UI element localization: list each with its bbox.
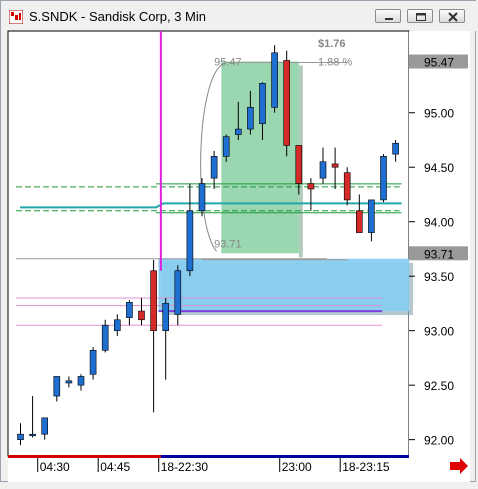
candle-body bbox=[114, 319, 121, 331]
candle-body bbox=[138, 310, 145, 321]
time-tick-label: 04:30 bbox=[40, 460, 70, 474]
time-axis-background bbox=[8, 456, 470, 482]
candle bbox=[283, 50, 291, 157]
candle-body bbox=[53, 376, 61, 397]
candle-body bbox=[283, 60, 291, 146]
candle-body bbox=[380, 156, 387, 201]
candle bbox=[380, 154, 387, 203]
candle-body bbox=[343, 172, 351, 201]
price-tick-label: 92.00 bbox=[424, 434, 454, 448]
candle-body bbox=[392, 142, 399, 155]
candle-body bbox=[247, 106, 254, 130]
candle-body bbox=[222, 136, 230, 157]
candle-body bbox=[89, 349, 97, 375]
plot-background bbox=[7, 30, 410, 457]
price-chart[interactable]: $1.76 1.88 % 95.47 93.71 92.00 92.50 93.00 93.5… bbox=[0, 0, 478, 484]
candle-body bbox=[355, 210, 363, 233]
candle-body bbox=[126, 302, 133, 318]
candle-body bbox=[41, 417, 49, 435]
price-marker-label: 95.47 bbox=[424, 56, 454, 70]
candle-body bbox=[150, 270, 157, 331]
candle-body bbox=[259, 83, 266, 124]
chart-area[interactable]: $1.76 1.88 % 95.47 93.71 92.00 92.50 93.00 93.5… bbox=[0, 0, 478, 484]
candle-body bbox=[174, 270, 182, 315]
candle-body bbox=[210, 156, 218, 179]
price-tick-label: 95.00 bbox=[424, 107, 454, 121]
price-marker-label: 93.71 bbox=[424, 247, 454, 261]
time-tick-label: 23:00 bbox=[282, 460, 312, 474]
percent-label: 1.88 % bbox=[318, 57, 352, 69]
candle bbox=[271, 45, 278, 113]
candle-body bbox=[162, 303, 169, 331]
time-tick-label: 04:45 bbox=[100, 460, 130, 474]
candle-body bbox=[319, 161, 327, 179]
candle-body bbox=[186, 210, 194, 272]
candle-body bbox=[271, 52, 278, 108]
candle-body bbox=[331, 163, 339, 168]
time-tick-label: 18-22:30 bbox=[161, 460, 209, 474]
session-bar-premarket bbox=[8, 455, 161, 458]
candle-body bbox=[198, 183, 206, 212]
candle-body bbox=[101, 324, 109, 351]
price-tick-label: 94.00 bbox=[424, 216, 454, 230]
candle-body bbox=[235, 128, 242, 135]
price-tick-label: 93.50 bbox=[424, 270, 454, 284]
candle-body bbox=[295, 145, 303, 184]
candle bbox=[198, 178, 206, 217]
time-tick-label: 18-23:15 bbox=[342, 460, 390, 474]
green-zone-top-label: 95.47 bbox=[214, 57, 242, 69]
candle-body bbox=[368, 199, 375, 233]
candle-body bbox=[77, 376, 85, 386]
candle-body bbox=[17, 433, 24, 440]
green-zone-low-label: 93.71 bbox=[214, 238, 242, 250]
price-tick-label: 94.50 bbox=[424, 161, 454, 175]
candle-body bbox=[65, 380, 73, 384]
candle-body bbox=[29, 433, 36, 437]
price-tick-label: 92.50 bbox=[424, 379, 454, 393]
blue-zone bbox=[158, 258, 409, 312]
price-tick-label: 93.00 bbox=[424, 325, 454, 339]
candle bbox=[343, 167, 351, 206]
profit-label: $1.76 bbox=[318, 38, 346, 50]
session-bar-regular bbox=[160, 455, 409, 458]
candle-body bbox=[307, 183, 315, 190]
